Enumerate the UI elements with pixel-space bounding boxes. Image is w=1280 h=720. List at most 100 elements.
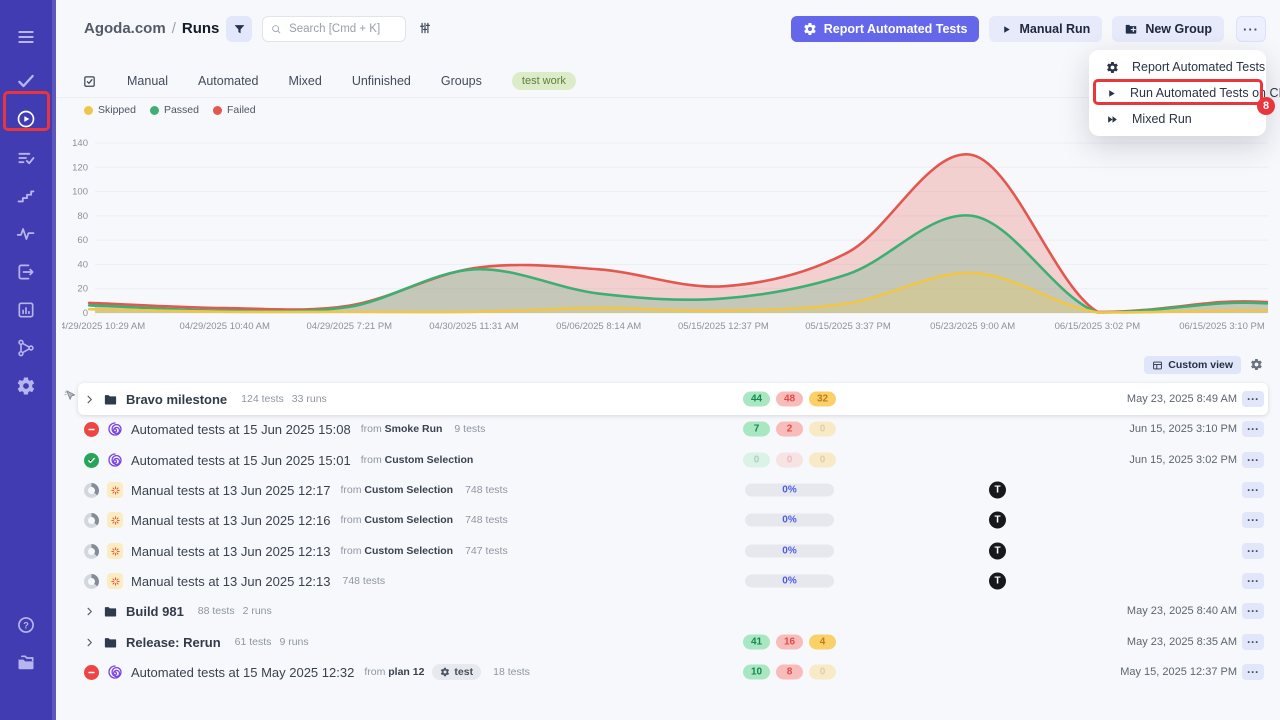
table-row[interactable]: Bravo milestone124 tests33 runs444832May… bbox=[0, 386, 1280, 412]
sidebar-item-gear[interactable] bbox=[0, 367, 52, 405]
menu-item-run-automated-tests-on-ci[interactable]: Run Automated Tests on CI bbox=[1089, 80, 1266, 106]
sidebar-item-import[interactable] bbox=[0, 253, 52, 291]
sidebar-item-chart[interactable] bbox=[0, 291, 52, 329]
header-actions: Report Automated Tests Manual Run New Grou… bbox=[791, 16, 1224, 42]
row-menu-button[interactable]: ··· bbox=[1242, 391, 1264, 407]
run-title[interactable]: Manual tests at 13 Jun 2025 12:17 bbox=[131, 483, 330, 498]
sidebar-item-branch[interactable] bbox=[0, 329, 52, 367]
more-actions-button[interactable]: ··· bbox=[1236, 16, 1266, 42]
expand-chevron-icon[interactable] bbox=[84, 637, 95, 648]
tests-count: 748 tests bbox=[465, 514, 508, 526]
tab-mixed[interactable]: Mixed bbox=[288, 74, 321, 88]
filter-button[interactable] bbox=[226, 16, 252, 42]
sidebar-item-steps[interactable] bbox=[0, 177, 52, 215]
tab-manual[interactable]: Manual bbox=[127, 74, 168, 88]
group-title[interactable]: Build 981 bbox=[126, 604, 184, 619]
expand-chevron-icon[interactable] bbox=[84, 606, 95, 617]
table-row[interactable]: Manual tests at 13 Jun 2025 12:13 748 tes… bbox=[0, 568, 1280, 594]
legend-item: Passed bbox=[150, 104, 199, 116]
menu-item-label: Report Automated Tests bbox=[1132, 60, 1265, 74]
sidebar bbox=[0, 0, 56, 720]
table-row[interactable]: Automated tests at 15 May 2025 12:32from… bbox=[0, 659, 1280, 685]
filter-tag-pill[interactable]: test work bbox=[512, 72, 576, 90]
tests-count: 748 tests bbox=[342, 575, 385, 587]
folder-icon bbox=[103, 392, 118, 407]
row-menu-button[interactable]: ··· bbox=[1242, 634, 1264, 650]
breadcrumb-project[interactable]: Agoda.com bbox=[84, 20, 166, 37]
assignee-avatar[interactable]: T bbox=[989, 482, 1006, 499]
sidebar-item-menu[interactable] bbox=[0, 18, 52, 56]
table-row[interactable]: Manual tests at 13 Jun 2025 12:17from Cu… bbox=[0, 477, 1280, 503]
run-source: from Custom Selection bbox=[340, 514, 453, 526]
run-source: from Custom Selection bbox=[340, 545, 453, 557]
svg-text:140: 140 bbox=[72, 138, 88, 149]
tab-unfinished[interactable]: Unfinished bbox=[352, 74, 411, 88]
assignee-avatar[interactable]: T bbox=[989, 543, 1006, 560]
row-menu-button[interactable]: ··· bbox=[1242, 512, 1264, 528]
chevron-right-icon bbox=[84, 606, 95, 617]
run-title[interactable]: Manual tests at 13 Jun 2025 12:13 bbox=[131, 544, 330, 559]
search-settings-icon[interactable] bbox=[418, 21, 432, 35]
play-icon bbox=[1106, 88, 1117, 99]
table-row[interactable]: Build 98188 tests2 runsMay 23, 2025 8:40… bbox=[0, 598, 1280, 624]
run-tag[interactable]: test bbox=[432, 664, 481, 680]
menu-item-mixed-run[interactable]: Mixed Run bbox=[1089, 106, 1266, 132]
table-row[interactable]: Manual tests at 13 Jun 2025 12:13 from Cu… bbox=[0, 538, 1280, 564]
custom-view-button[interactable]: Custom view bbox=[1144, 356, 1241, 374]
manual-run-icon bbox=[107, 482, 123, 498]
folder-icon bbox=[103, 635, 118, 650]
expand-chevron-icon[interactable] bbox=[84, 394, 95, 405]
row-menu-button[interactable]: ··· bbox=[1242, 573, 1264, 589]
table-row[interactable]: Release: Rerun61 tests9 runs41164May 23,… bbox=[0, 629, 1280, 655]
row-menu-button[interactable]: ··· bbox=[1242, 664, 1264, 680]
row-menu-button[interactable]: ··· bbox=[1242, 482, 1264, 498]
row-main: Manual tests at 13 Jun 2025 12:13 from Cu… bbox=[84, 538, 508, 564]
gear-icon bbox=[1106, 61, 1119, 74]
table-row[interactable]: Manual tests at 13 Jun 2025 12:16 from Cu… bbox=[0, 507, 1280, 533]
row-menu-button[interactable]: ··· bbox=[1242, 452, 1264, 468]
search-input[interactable] bbox=[287, 22, 397, 36]
row-menu-button[interactable]: ··· bbox=[1242, 603, 1264, 619]
chevron-right-icon bbox=[84, 394, 95, 405]
skipped-badge: 32 bbox=[809, 392, 836, 407]
assignee-avatar[interactable]: T bbox=[989, 573, 1006, 590]
runs-count: 2 runs bbox=[243, 605, 272, 617]
manual-run-icon bbox=[107, 543, 123, 559]
status-pending-icon bbox=[84, 483, 99, 498]
run-title[interactable]: Automated tests at 15 Jun 2025 15:01 bbox=[131, 453, 351, 468]
manual-run-button[interactable]: Manual Run bbox=[989, 16, 1102, 42]
run-title[interactable]: Automated tests at 15 Jun 2025 15:08 bbox=[131, 422, 351, 437]
run-title[interactable]: Manual tests at 13 Jun 2025 12:16 bbox=[131, 513, 330, 528]
select-runs-icon[interactable] bbox=[82, 74, 97, 89]
run-title[interactable]: Automated tests at 15 May 2025 12:32 bbox=[131, 665, 354, 680]
sidebar-item-pulse[interactable] bbox=[0, 215, 52, 253]
new-group-button[interactable]: New Group bbox=[1112, 16, 1224, 42]
tab-automated[interactable]: Automated bbox=[198, 74, 258, 88]
result-badges: 1080 bbox=[743, 665, 836, 680]
run-source: from Smoke Run bbox=[361, 423, 443, 435]
sidebar-item-play-circle[interactable] bbox=[0, 100, 52, 138]
run-title[interactable]: Manual tests at 13 Jun 2025 12:13 bbox=[131, 574, 330, 589]
report-automated-tests-button[interactable]: Report Automated Tests bbox=[791, 16, 980, 42]
legend-label: Failed bbox=[227, 104, 256, 116]
row-menu-button[interactable]: ··· bbox=[1242, 543, 1264, 559]
burst-icon bbox=[110, 546, 121, 557]
table-row[interactable]: Automated tests at 15 Jun 2025 15:08 from… bbox=[0, 416, 1280, 442]
group-title[interactable]: Bravo milestone bbox=[126, 392, 227, 407]
assignee-avatar[interactable]: T bbox=[989, 512, 1006, 529]
runs-count: 33 runs bbox=[292, 393, 327, 405]
svg-text:05/06/2025 8:14 AM: 05/06/2025 8:14 AM bbox=[556, 321, 641, 332]
skipped-badge: 0 bbox=[809, 422, 836, 437]
table-row[interactable]: Automated tests at 15 Jun 2025 15:01from… bbox=[0, 447, 1280, 473]
group-title[interactable]: Release: Rerun bbox=[126, 635, 221, 650]
sidebar-item-help[interactable] bbox=[0, 606, 52, 644]
sidebar-item-list-check[interactable] bbox=[0, 139, 52, 177]
view-settings-icon[interactable] bbox=[1250, 358, 1263, 371]
sidebar-item-folders[interactable] bbox=[0, 644, 52, 682]
row-menu-button[interactable]: ··· bbox=[1242, 421, 1264, 437]
sidebar-item-check[interactable] bbox=[0, 62, 52, 100]
menu-item-report-automated-tests[interactable]: Report Automated Tests bbox=[1089, 54, 1266, 80]
tests-count: 18 tests bbox=[493, 666, 530, 678]
legend-dot bbox=[213, 106, 222, 115]
tab-groups[interactable]: Groups bbox=[441, 74, 482, 88]
